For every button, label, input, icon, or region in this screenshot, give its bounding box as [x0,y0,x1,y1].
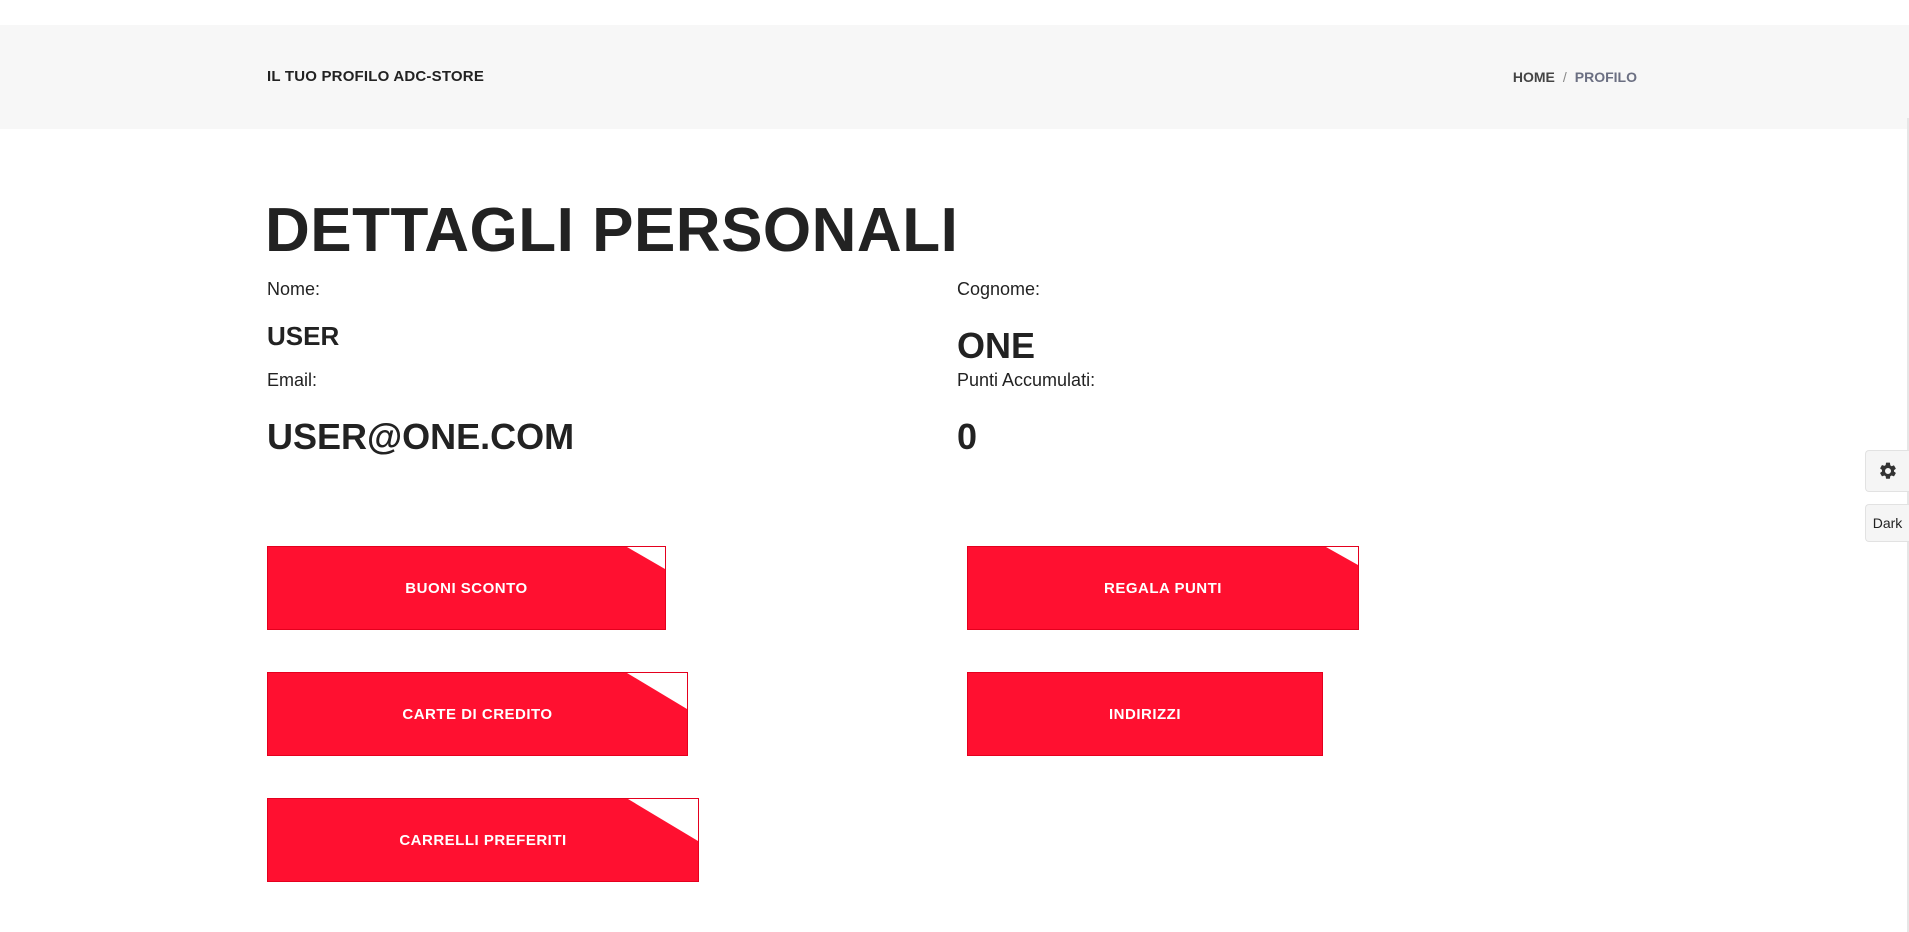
indirizzi-button[interactable]: INDIRIZZI [967,672,1323,756]
breadcrumb-home-link[interactable]: HOME [1513,69,1555,85]
regala-punti-button[interactable]: REGALA PUNTI [967,546,1359,630]
cognome-label: Cognome: [957,279,1041,299]
buoni-sconto-label: BUONI SCONTO [405,579,528,597]
punti-value: 0 [957,416,978,457]
cognome-value: ONE [957,325,1036,366]
nome-value: USER [267,321,340,351]
button-corner-decoration [627,673,687,709]
page-title: DETTAGLI PERSONALI [265,196,959,265]
buoni-sconto-button[interactable]: BUONI SCONTO [267,546,666,630]
email-label: Email: [267,370,318,390]
carrelli-preferiti-button[interactable]: CARRELLI PREFERITI [267,798,699,882]
dark-mode-label: Dark [1872,515,1903,531]
breadcrumb-separator: / [1562,69,1567,85]
carte-di-credito-label: CARTE DI CREDITO [402,705,553,723]
dark-mode-toggle[interactable]: Dark [1865,504,1909,542]
carte-di-credito-button[interactable]: CARTE DI CREDITO [267,672,688,756]
button-corner-decoration [627,547,665,569]
carrelli-preferiti-label: CARRELLI PREFERITI [399,831,567,849]
button-corner-decoration [1326,547,1358,565]
gear-icon [1879,462,1896,479]
breadcrumb-current: PROFILO [1574,69,1637,85]
email-value: USER@ONE.COM [267,416,575,457]
profile-page: IL TUO PROFILO ADC-STORE HOME / PROFILO … [0,0,1909,932]
header-title: IL TUO PROFILO ADC-STORE [267,68,485,85]
nome-label: Nome: [267,279,321,299]
top-strip [0,0,1909,25]
indirizzi-label: INDIRIZZI [1109,705,1181,723]
settings-toggle[interactable] [1865,450,1909,492]
regala-punti-label: REGALA PUNTI [1104,579,1222,597]
button-corner-decoration [628,799,698,841]
breadcrumb: HOME / PROFILO [1513,69,1637,85]
punti-label: Punti Accumulati: [957,370,1096,390]
